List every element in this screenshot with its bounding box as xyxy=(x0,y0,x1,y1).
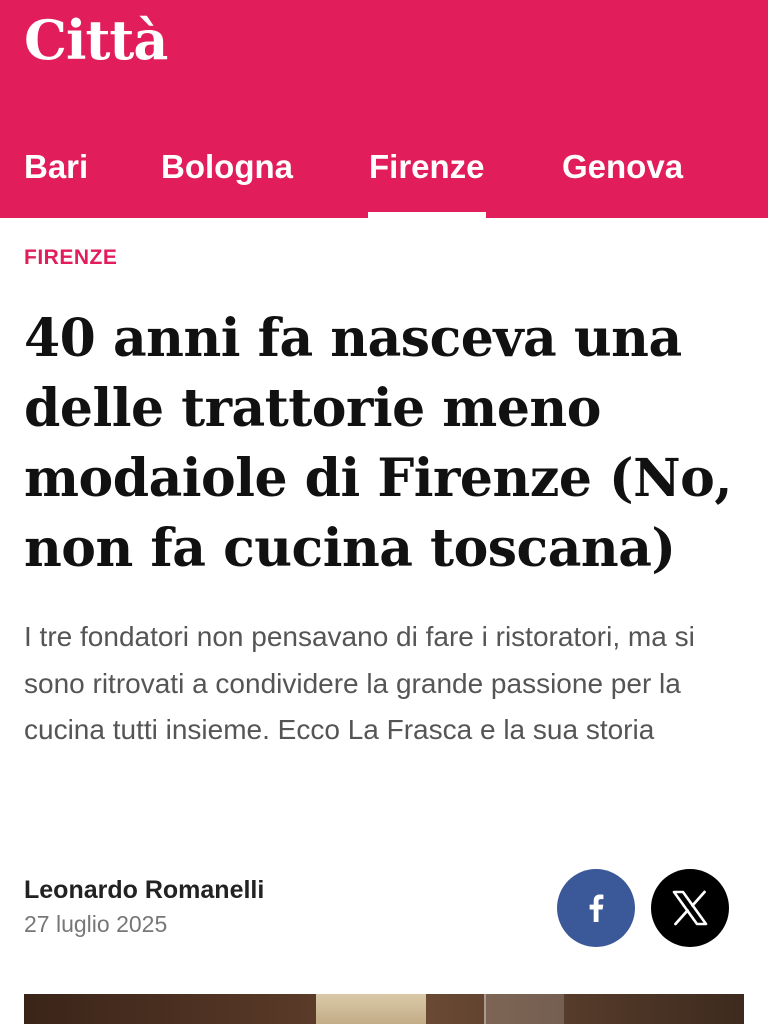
wine-glass xyxy=(484,994,564,1024)
nav-item-firenze[interactable]: Firenze xyxy=(368,148,486,218)
site-header: Città Bari Bologna Firenze Genova xyxy=(0,0,768,218)
author-name[interactable]: Leonardo Romanelli xyxy=(24,876,264,905)
x-share-button[interactable] xyxy=(651,869,729,947)
wine-bottle-label xyxy=(316,994,426,1024)
article-summary: I tre fondatori non pensavano di fare i … xyxy=(24,621,695,745)
nav-item-genova[interactable]: Genova xyxy=(562,148,683,186)
city-nav: Bari Bologna Firenze Genova xyxy=(0,140,768,218)
facebook-icon xyxy=(589,894,604,922)
nav-item-bari[interactable]: Bari xyxy=(24,148,88,186)
publish-date: 27 luglio 2025 xyxy=(24,911,168,937)
x-icon xyxy=(672,890,708,926)
nav-item-bologna[interactable]: Bologna xyxy=(161,148,293,186)
article-headline: 40 anni fa nasceva una delle trattorie m… xyxy=(24,308,732,579)
hero-image xyxy=(24,994,744,1024)
site-logo[interactable]: Città xyxy=(24,8,168,72)
section-label[interactable]: FIRENZE xyxy=(24,246,117,270)
facebook-share-button[interactable] xyxy=(557,869,635,947)
